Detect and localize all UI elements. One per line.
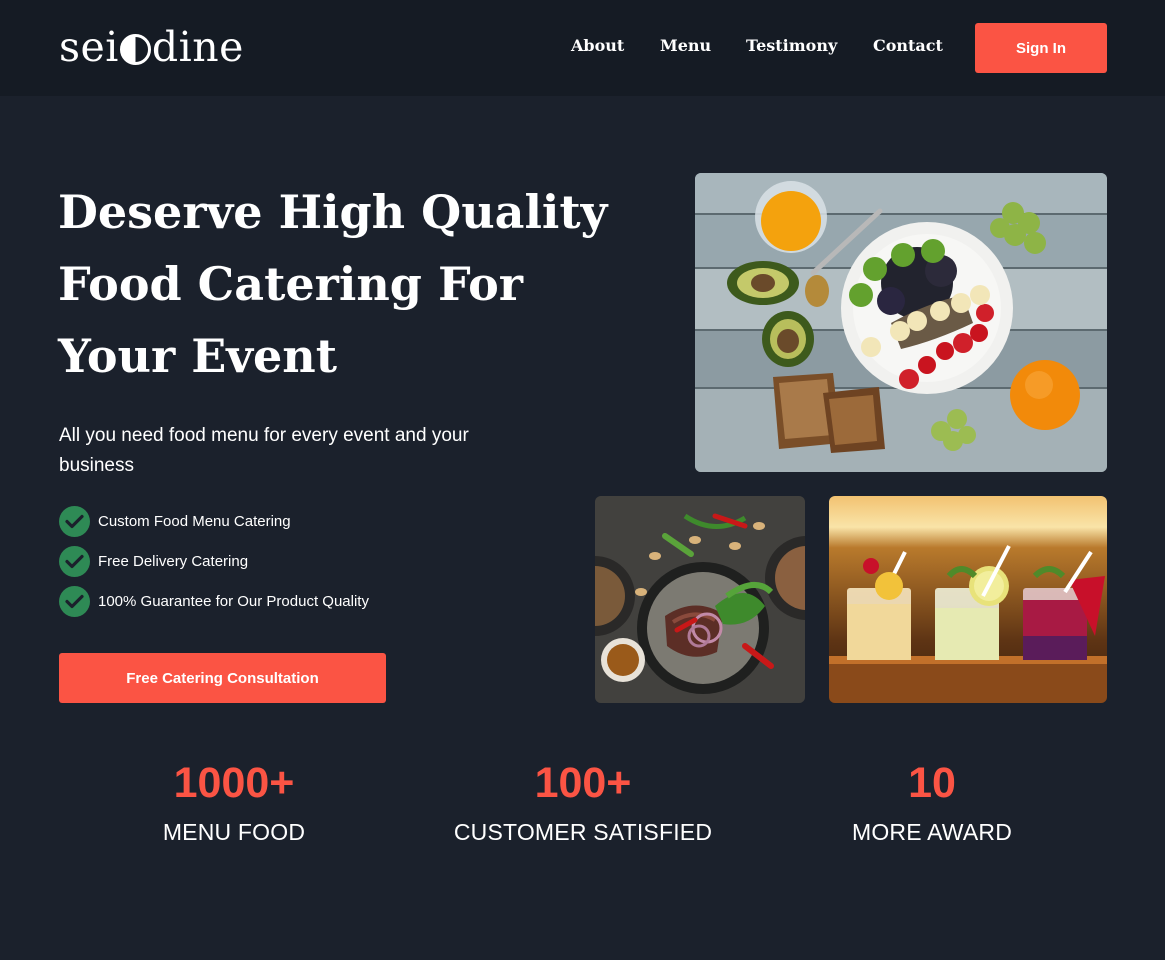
sign-in-button[interactable]: Sign In bbox=[975, 23, 1107, 73]
stat-customer-satisfied: 100+ CUSTOMER SATISFIED bbox=[433, 757, 733, 846]
feature-text: 100% Guarantee for Our Product Quality bbox=[98, 592, 369, 610]
stat-label: CUSTOMER SATISFIED bbox=[453, 819, 713, 845]
stat-value: 10 bbox=[908, 759, 956, 807]
check-icon bbox=[59, 585, 90, 617]
hero-subline: All you need food menu for every event a… bbox=[59, 425, 469, 476]
stat-label: MORE AWARD bbox=[851, 819, 1013, 845]
brand-logo[interactable]: sei dine bbox=[59, 22, 244, 72]
salad-plate-photo bbox=[595, 496, 805, 703]
nav-link-testimony[interactable]: Testimony bbox=[746, 36, 837, 60]
cocktails-photo bbox=[829, 496, 1107, 703]
feature-item: Custom Food Menu Catering bbox=[59, 505, 369, 537]
feature-text: Custom Food Menu Catering bbox=[98, 512, 291, 530]
check-icon bbox=[59, 505, 90, 537]
nav-link-contact[interactable]: Contact bbox=[873, 36, 943, 60]
stat-value: 100+ bbox=[534, 759, 632, 807]
free-consultation-button[interactable]: Free Catering Consultation bbox=[59, 653, 386, 703]
check-icon bbox=[59, 545, 90, 577]
stat-more-award: 10 MORE AWARD bbox=[782, 757, 1082, 846]
logo-text-right: dine bbox=[151, 23, 244, 71]
feature-text: Free Delivery Catering bbox=[98, 552, 249, 570]
feature-item: 100% Guarantee for Our Product Quality bbox=[59, 585, 369, 617]
headline-line-3: Your Event bbox=[58, 329, 337, 383]
top-navigation-bar: sei dine About Menu Testimony Contact Sig… bbox=[0, 0, 1165, 96]
feature-item: Free Delivery Catering bbox=[59, 545, 369, 577]
nav-link-menu[interactable]: Menu bbox=[660, 36, 711, 60]
logo-mark-icon bbox=[119, 33, 151, 65]
breakfast-bowl-photo bbox=[695, 173, 1107, 472]
headline-line-2: Food Catering For bbox=[58, 257, 524, 311]
stat-label: MENU FOOD bbox=[162, 819, 306, 845]
stat-menu-food: 1000+ MENU FOOD bbox=[84, 757, 384, 846]
stat-value: 1000+ bbox=[173, 759, 295, 807]
feature-list: Custom Food Menu Catering Free Delivery … bbox=[59, 505, 369, 625]
hero-headline: Deserve High Quality Food Catering For Y… bbox=[58, 176, 618, 392]
headline-line-1: Deserve High Quality bbox=[58, 185, 608, 239]
nav-link-about[interactable]: About bbox=[571, 36, 624, 60]
logo-text-left: sei bbox=[59, 23, 119, 71]
